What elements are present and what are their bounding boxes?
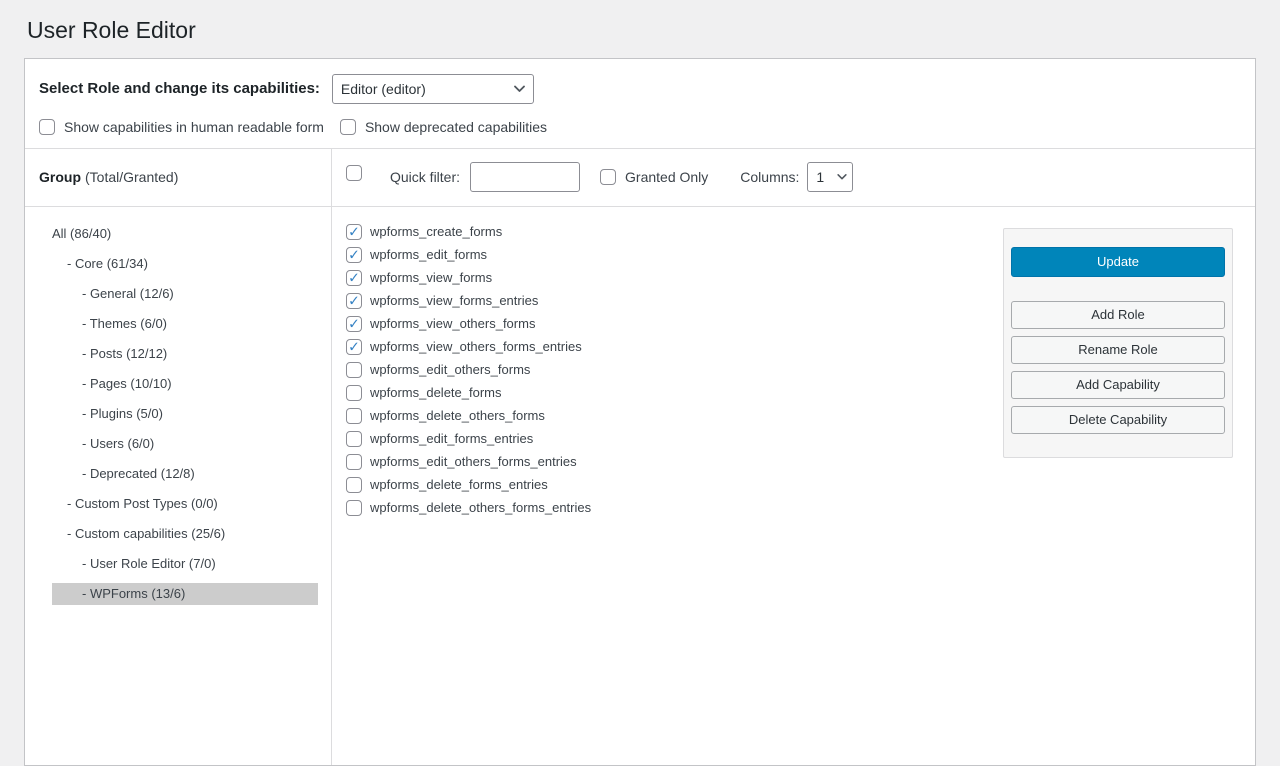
group-header: Group (Total/Granted) bbox=[25, 149, 332, 206]
group-tree: All (86/40) - Core (61/34) - General (12… bbox=[25, 207, 332, 765]
capability-label: wpforms_view_forms_entries bbox=[370, 293, 538, 308]
capability-label: wpforms_view_others_forms bbox=[370, 316, 535, 331]
select-all-checkbox[interactable] bbox=[346, 165, 362, 181]
quick-filter-label: Quick filter: bbox=[390, 169, 460, 185]
group-header-hint: (Total/Granted) bbox=[85, 169, 178, 185]
deprecated-checkbox[interactable] bbox=[340, 119, 356, 135]
capability-row: wpforms_delete_forms_entries bbox=[346, 475, 1003, 495]
columns-label: Columns: bbox=[740, 169, 799, 185]
capability-checkbox[interactable] bbox=[346, 431, 362, 447]
add-role-button[interactable]: Add Role bbox=[1011, 301, 1225, 329]
role-select[interactable]: Editor (editor) bbox=[332, 74, 534, 104]
delete-capability-button[interactable]: Delete Capability bbox=[1011, 406, 1225, 434]
group-item-all[interactable]: All (86/40) bbox=[52, 223, 318, 245]
add-capability-button[interactable]: Add Capability bbox=[1011, 371, 1225, 399]
role-select-label: Select Role and change its capabilities: bbox=[39, 80, 320, 97]
group-item-users[interactable]: - Users (6/0) bbox=[52, 433, 318, 455]
capability-row: wpforms_view_forms_entries bbox=[346, 291, 1003, 311]
capability-row: wpforms_edit_others_forms bbox=[346, 360, 1003, 380]
capability-row: wpforms_edit_others_forms_entries bbox=[346, 452, 1003, 472]
columns-select[interactable]: 1 bbox=[807, 162, 853, 192]
capability-row: wpforms_delete_others_forms_entries bbox=[346, 498, 1003, 518]
capability-label: wpforms_delete_others_forms bbox=[370, 408, 545, 423]
capability-row: wpforms_delete_others_forms bbox=[346, 406, 1003, 426]
role-section: Select Role and change its capabilities:… bbox=[25, 59, 1255, 148]
capability-label: wpforms_view_others_forms_entries bbox=[370, 339, 582, 354]
capability-label: wpforms_edit_others_forms bbox=[370, 362, 530, 377]
group-item-deprecated[interactable]: - Deprecated (12/8) bbox=[52, 463, 318, 485]
page-title: User Role Editor bbox=[24, 0, 1256, 58]
group-item-core[interactable]: - Core (61/34) bbox=[52, 253, 318, 275]
capability-label: wpforms_edit_forms_entries bbox=[370, 431, 533, 446]
capability-checkbox[interactable] bbox=[346, 339, 362, 355]
human-readable-checkbox[interactable] bbox=[39, 119, 55, 135]
capability-checkbox[interactable] bbox=[346, 247, 362, 263]
capability-checkbox[interactable] bbox=[346, 500, 362, 516]
capability-label: wpforms_edit_forms bbox=[370, 247, 487, 262]
capability-label: wpforms_edit_others_forms_entries bbox=[370, 454, 577, 469]
capability-label: wpforms_view_forms bbox=[370, 270, 492, 285]
capability-checkbox[interactable] bbox=[346, 316, 362, 332]
group-item-custom-post-types[interactable]: - Custom Post Types (0/0) bbox=[52, 493, 318, 515]
group-item-pages[interactable]: - Pages (10/10) bbox=[52, 373, 318, 395]
group-item-user-role-editor[interactable]: - User Role Editor (7/0) bbox=[52, 553, 318, 575]
capability-label: wpforms_delete_others_forms_entries bbox=[370, 500, 591, 515]
rename-role-button[interactable]: Rename Role bbox=[1011, 336, 1225, 364]
capability-row: wpforms_view_others_forms bbox=[346, 314, 1003, 334]
capability-label: wpforms_delete_forms_entries bbox=[370, 477, 548, 492]
capabilities-list: wpforms_create_forms wpforms_edit_forms … bbox=[332, 207, 1003, 521]
capability-row: wpforms_delete_forms bbox=[346, 383, 1003, 403]
capability-checkbox[interactable] bbox=[346, 454, 362, 470]
capability-row: wpforms_edit_forms bbox=[346, 245, 1003, 265]
capability-checkbox[interactable] bbox=[346, 270, 362, 286]
human-readable-label: Show capabilities in human readable form bbox=[64, 119, 324, 135]
role-select-row: Select Role and change its capabilities:… bbox=[39, 74, 1241, 104]
capability-checkbox[interactable] bbox=[346, 293, 362, 309]
capability-row: wpforms_edit_forms_entries bbox=[346, 429, 1003, 449]
user-role-editor-panel: Select Role and change its capabilities:… bbox=[24, 58, 1256, 766]
filter-controls: Quick filter: Granted Only Columns: 1 bbox=[332, 149, 1255, 206]
group-item-general[interactable]: - General (12/6) bbox=[52, 283, 318, 305]
capability-row: wpforms_view_forms bbox=[346, 268, 1003, 288]
capability-label: wpforms_create_forms bbox=[370, 224, 502, 239]
page-wrap: User Role Editor Select Role and change … bbox=[0, 0, 1280, 766]
capability-checkbox[interactable] bbox=[346, 362, 362, 378]
capability-checkbox[interactable] bbox=[346, 224, 362, 240]
group-item-posts[interactable]: - Posts (12/12) bbox=[52, 343, 318, 365]
deprecated-label: Show deprecated capabilities bbox=[365, 119, 547, 135]
group-item-themes[interactable]: - Themes (6/0) bbox=[52, 313, 318, 335]
update-button[interactable]: Update bbox=[1011, 247, 1225, 277]
capability-checkbox[interactable] bbox=[346, 408, 362, 424]
display-options-row: Show capabilities in human readable form… bbox=[39, 119, 1241, 135]
filter-toolbar: Group (Total/Granted) Quick filter: Gran… bbox=[25, 148, 1255, 206]
columns-select-wrap: 1 bbox=[807, 162, 853, 192]
capability-checkbox[interactable] bbox=[346, 385, 362, 401]
capability-checkbox[interactable] bbox=[346, 477, 362, 493]
role-select-wrap: Editor (editor) bbox=[332, 74, 534, 104]
capability-row: wpforms_create_forms bbox=[346, 222, 1003, 242]
group-item-custom-capabilities[interactable]: - Custom capabilities (25/6) bbox=[52, 523, 318, 545]
quick-filter-input[interactable] bbox=[470, 162, 580, 192]
capabilities-area: wpforms_create_forms wpforms_edit_forms … bbox=[332, 207, 1255, 765]
granted-only-checkbox[interactable] bbox=[600, 169, 616, 185]
group-item-wpforms[interactable]: - WPForms (13/6) bbox=[52, 583, 318, 605]
group-header-label: Group bbox=[39, 169, 81, 185]
granted-only-label: Granted Only bbox=[625, 169, 708, 185]
actions-panel: Update Add Role Rename Role Add Capabili… bbox=[1003, 228, 1233, 458]
human-readable-option: Show capabilities in human readable form bbox=[39, 119, 324, 135]
capability-label: wpforms_delete_forms bbox=[370, 385, 502, 400]
capability-row: wpforms_view_others_forms_entries bbox=[346, 337, 1003, 357]
deprecated-option: Show deprecated capabilities bbox=[340, 119, 547, 135]
content-area: All (86/40) - Core (61/34) - General (12… bbox=[25, 206, 1255, 765]
group-item-plugins[interactable]: - Plugins (5/0) bbox=[52, 403, 318, 425]
